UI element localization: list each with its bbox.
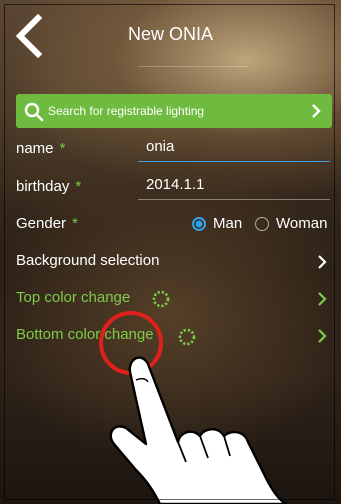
required-mark: * xyxy=(75,178,82,195)
birthday-field[interactable]: 2014.1.1 xyxy=(138,176,330,200)
search-lighting-button[interactable]: Search for registrable lighting xyxy=(16,94,332,128)
chevron-right-icon xyxy=(318,292,327,306)
required-mark: * xyxy=(59,140,66,157)
header-divider xyxy=(138,66,248,67)
chevron-right-icon xyxy=(312,104,321,118)
top-color-change-label: Top color change xyxy=(16,289,131,306)
gender-woman-radio[interactable] xyxy=(255,217,269,231)
required-mark: * xyxy=(72,215,78,232)
name-field[interactable]: onia xyxy=(138,138,330,162)
search-icon xyxy=(24,102,44,122)
header: New ONIA xyxy=(0,0,341,68)
gender-man-label[interactable]: Man xyxy=(213,215,242,232)
new-onia-screen: New ONIA Search for registrable lighting… xyxy=(0,0,341,504)
page-title: New ONIA xyxy=(127,24,214,44)
gender-label: Gender * xyxy=(16,215,78,232)
name-label: name * xyxy=(16,140,65,157)
gender-woman-label[interactable]: Woman xyxy=(276,215,327,232)
gender-man-radio[interactable] xyxy=(192,217,206,231)
search-label: Search for registrable lighting xyxy=(48,104,205,118)
birthday-label: birthday * xyxy=(16,178,81,195)
name-label-text: name xyxy=(16,140,54,157)
birthday-label-text: birthday xyxy=(16,178,70,195)
gear-icon xyxy=(152,290,170,308)
gender-label-text: Gender xyxy=(16,215,67,232)
background-selection-row[interactable]: Background selection xyxy=(0,246,341,278)
chevron-right-icon xyxy=(318,255,327,269)
background-selection-label: Background selection xyxy=(16,252,160,269)
pointing-hand-icon xyxy=(109,356,288,504)
top-color-change-row[interactable]: Top color change xyxy=(0,283,341,315)
